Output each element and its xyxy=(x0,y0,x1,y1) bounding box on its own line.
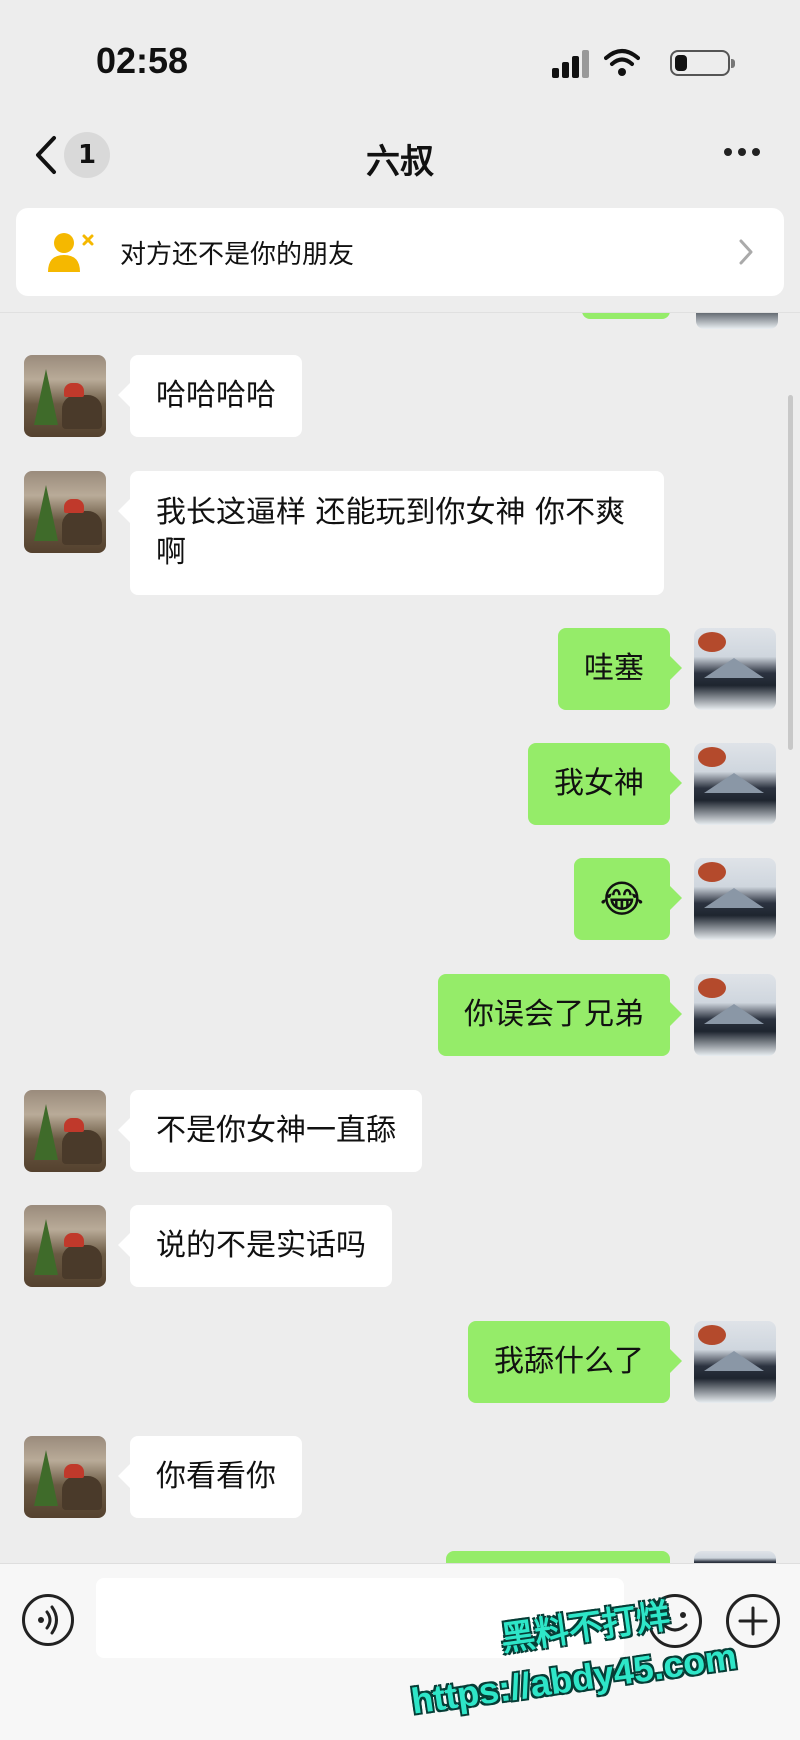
unread-count-badge[interactable]: 1 xyxy=(64,132,110,178)
cellular-signal-icon xyxy=(552,48,592,78)
back-button[interactable] xyxy=(28,130,68,180)
message-bubble[interactable]: 我长这逼样 还能玩到你女神 你不爽啊 xyxy=(118,471,664,595)
emoji-smiley-icon xyxy=(662,1612,688,1632)
more-actions-button[interactable] xyxy=(726,1594,780,1648)
status-icons xyxy=(530,48,735,80)
status-bar: 02:58 xyxy=(0,0,800,120)
wifi-icon xyxy=(604,48,640,78)
banner-text: 对方还不是你的朋友 xyxy=(120,240,355,270)
plus-icon xyxy=(738,1606,768,1636)
message-input[interactable] xyxy=(96,1578,624,1658)
emoji-button[interactable] xyxy=(648,1594,702,1648)
page-title: 六叔 xyxy=(366,142,434,182)
avatar[interactable] xyxy=(696,313,778,329)
not-friend-banner[interactable]: 对方还不是你的朋友 xyxy=(16,208,784,296)
message-bubble[interactable]: 你误会了兄弟 xyxy=(438,974,682,1056)
more-options-button[interactable] xyxy=(724,142,764,162)
avatar[interactable] xyxy=(24,1436,106,1518)
input-bar xyxy=(0,1563,800,1740)
avatar[interactable] xyxy=(24,1090,106,1172)
message-bubble[interactable]: 你看看你 xyxy=(118,1436,302,1518)
avatar[interactable] xyxy=(694,743,776,825)
avatar[interactable] xyxy=(24,471,106,553)
scrollbar[interactable] xyxy=(788,395,793,750)
chat-header: 1 六叔 xyxy=(0,120,800,190)
message-bubble-partial xyxy=(446,1551,670,1563)
avatar[interactable] xyxy=(694,974,776,1056)
message-bubble[interactable]: 不是你女神一直舔 xyxy=(118,1090,422,1172)
avatar[interactable] xyxy=(694,1551,776,1563)
more-dots-icon xyxy=(724,148,732,156)
voice-icon xyxy=(38,1605,58,1635)
message-list[interactable]: 哈哈哈哈 我长这逼样 还能玩到你女神 你不爽啊 哇塞 我女神 😂 你误会了兄弟 … xyxy=(0,313,800,1563)
avatar[interactable] xyxy=(24,1205,106,1287)
chevron-right-icon xyxy=(739,239,753,265)
message-bubble[interactable]: 哇塞 xyxy=(558,628,682,710)
status-time: 02:58 xyxy=(96,40,189,81)
voice-button[interactable] xyxy=(22,1594,74,1646)
avatar[interactable] xyxy=(694,1321,776,1403)
message-bubble[interactable]: 😂 xyxy=(573,858,683,940)
avatar[interactable] xyxy=(24,355,106,437)
battery-icon xyxy=(670,50,735,76)
message-bubble[interactable]: 我舔什么了 xyxy=(468,1321,682,1403)
avatar[interactable] xyxy=(694,628,776,710)
message-bubble[interactable]: 说的不是实话吗 xyxy=(118,1205,392,1287)
not-friend-person-icon xyxy=(48,233,94,272)
chevron-left-icon xyxy=(36,136,56,174)
avatar[interactable] xyxy=(694,858,776,940)
message-bubble[interactable]: 我女神 xyxy=(528,743,682,825)
message-bubble-partial xyxy=(582,313,670,319)
message-bubble[interactable]: 哈哈哈哈 xyxy=(118,355,302,437)
